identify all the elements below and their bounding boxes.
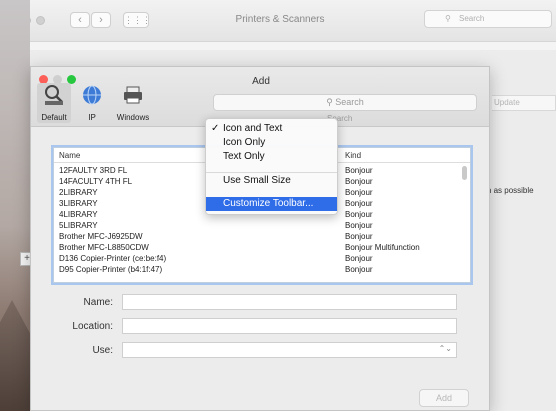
menu-item-label: Use Small Size: [223, 175, 291, 186]
menu-item-label: Customize Toolbar...: [223, 198, 314, 209]
location-label: Location:: [72, 321, 113, 332]
column-kind-header[interactable]: Kind: [345, 151, 361, 160]
add-button[interactable]: Add: [419, 389, 469, 407]
menu-item-use-small-size[interactable]: Use Small Size: [206, 174, 337, 188]
table-row[interactable]: 5LIBRARY Bonjour: [54, 220, 458, 231]
update-button[interactable]: Update: [492, 95, 556, 111]
printer-kind: Bonjour: [345, 177, 373, 186]
add-search-input[interactable]: ⚲ Search: [213, 94, 477, 111]
forward-button[interactable]: ›: [91, 12, 111, 28]
globe-icon: [83, 85, 101, 105]
menu-item-icon-only[interactable]: Icon Only: [206, 136, 337, 150]
menu-item-label: Icon and Text: [223, 123, 283, 134]
search-placeholder: Search: [459, 14, 485, 23]
printer-name: Brother MFC-L8850CDW: [59, 243, 149, 252]
printer-kind: Bonjour: [345, 210, 373, 219]
printer-name: 2LIBRARY: [59, 188, 98, 197]
magnifier-printer-icon: [45, 85, 63, 105]
location-field[interactable]: [122, 318, 457, 334]
window-title: Printers & Scanners: [235, 14, 325, 25]
search-icon: ⚲: [445, 14, 451, 23]
table-row[interactable]: D136 Copier-Printer (ce:be:f4) Bonjour: [54, 253, 458, 264]
name-field[interactable]: [122, 294, 457, 310]
table-row[interactable]: D95 Copier-Printer (b4:1f:47) Bonjour: [54, 264, 458, 275]
printer-kind: Bonjour: [345, 188, 373, 197]
printer-name: D136 Copier-Printer (ce:be:f4): [59, 254, 167, 263]
printer-kind: Bonjour: [345, 254, 373, 263]
printer-kind: Bonjour: [345, 232, 373, 241]
update-label: Update: [494, 98, 520, 107]
search-icon: ⚲: [326, 97, 336, 107]
menu-item-text-only[interactable]: Text Only: [206, 150, 337, 164]
printer-name: 12FAULTY 3RD FL: [59, 166, 128, 175]
list-scrollbar[interactable]: [462, 166, 467, 180]
add-search-placeholder: Search: [335, 97, 364, 107]
printer-name: Brother MFC-J6925DW: [59, 232, 143, 241]
printer-kind: Bonjour: [345, 221, 373, 230]
printers-scanners-titlebar: ‹ › ⋮⋮⋮ Printers & Scanners ⚲ Search: [0, 0, 556, 42]
printer-name: D95 Copier-Printer (b4:1f:47): [59, 265, 163, 274]
name-label: Name:: [83, 297, 113, 308]
toolbar-default[interactable]: Default: [37, 84, 71, 122]
printer-name: 14FACULTY 4TH FL: [59, 177, 133, 186]
back-button[interactable]: ‹: [70, 12, 90, 28]
printer-name: 4LIBRARY: [59, 210, 98, 219]
column-name-header[interactable]: Name: [59, 151, 80, 160]
toolbar-context-menu: ✓ Icon and Text Icon Only Text Only Use …: [205, 118, 338, 215]
menu-item-label: Text Only: [223, 151, 265, 162]
menu-separator: [206, 172, 337, 173]
toolbar-ip[interactable]: IP: [79, 84, 105, 122]
printer-kind: Bonjour: [345, 199, 373, 208]
menu-item-label: Icon Only: [223, 137, 266, 148]
toolbar-default-label: Default: [41, 113, 67, 122]
printer-name: 3LIBRARY: [59, 199, 98, 208]
menu-item-icon-and-text[interactable]: ✓ Icon and Text: [206, 122, 337, 136]
checkmark-icon: ✓: [211, 123, 220, 134]
table-row[interactable]: Brother MFC-J6925DW Bonjour: [54, 231, 458, 242]
toolbar-windows-label: Windows: [116, 113, 150, 122]
use-select[interactable]: ⌃⌄: [122, 342, 457, 358]
printer-kind: Bonjour Multifunction: [345, 243, 420, 252]
add-window-title: Add: [252, 76, 270, 87]
menu-item-customize-toolbar[interactable]: Customize Toolbar...: [206, 197, 337, 211]
preferences-search-input[interactable]: ⚲ Search: [424, 10, 552, 28]
toolbar-ip-label: IP: [88, 113, 96, 122]
show-all-grid-icon[interactable]: ⋮⋮⋮: [123, 12, 151, 28]
printer-name: 5LIBRARY: [59, 221, 98, 230]
printer-kind: Bonjour: [345, 166, 373, 175]
printer-icon: [124, 86, 142, 104]
zoom-dot-inactive[interactable]: [36, 16, 45, 25]
printer-kind: Bonjour: [345, 265, 373, 274]
use-label: Use:: [92, 345, 113, 356]
toolbar-windows[interactable]: Windows: [113, 84, 153, 122]
chevron-updown-icon: ⌃⌄: [438, 344, 452, 353]
table-row[interactable]: Brother MFC-L8850CDW Bonjour Multifunctio…: [54, 242, 458, 253]
